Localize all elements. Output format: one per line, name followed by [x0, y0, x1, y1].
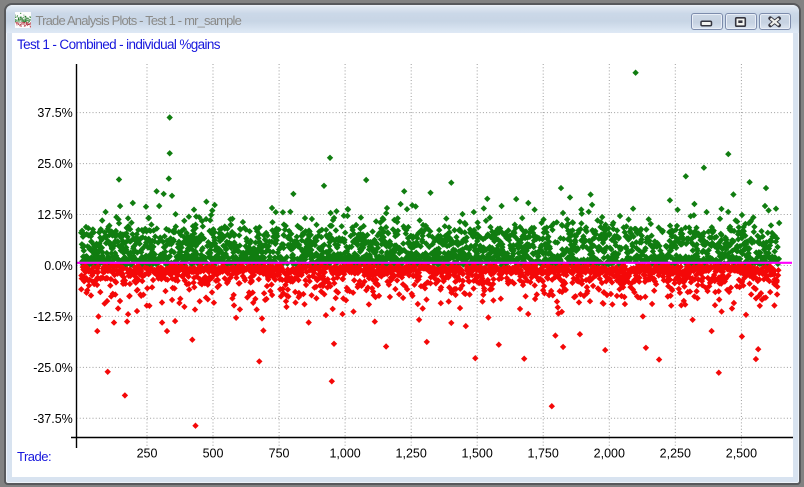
- svg-text:-12.5%: -12.5%: [33, 310, 73, 324]
- svg-text:25.0%: 25.0%: [37, 157, 72, 171]
- svg-text:500: 500: [203, 447, 224, 461]
- svg-text:750: 750: [269, 447, 290, 461]
- svg-text:2,250: 2,250: [660, 447, 691, 461]
- svg-text:2,500: 2,500: [726, 447, 757, 461]
- svg-text:1,500: 1,500: [462, 447, 493, 461]
- svg-text:-37.5%: -37.5%: [33, 412, 73, 426]
- svg-text:-25.0%: -25.0%: [33, 361, 73, 375]
- svg-text:2,000: 2,000: [594, 447, 625, 461]
- svg-text:1,000: 1,000: [329, 447, 360, 461]
- svg-text:0.0%: 0.0%: [44, 259, 73, 273]
- svg-text:1,250: 1,250: [396, 447, 427, 461]
- svg-text:1,750: 1,750: [528, 447, 559, 461]
- svg-text:12.5%: 12.5%: [37, 208, 72, 222]
- svg-text:250: 250: [137, 447, 158, 461]
- svg-text:37.5%: 37.5%: [37, 106, 72, 120]
